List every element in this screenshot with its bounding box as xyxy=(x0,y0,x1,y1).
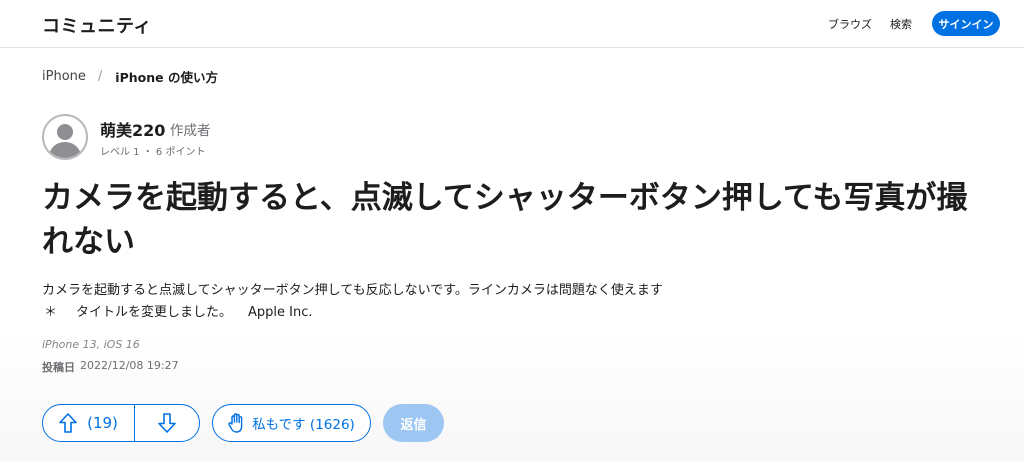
arrow-down-icon xyxy=(158,413,176,433)
breadcrumb: iPhone / iPhone の使い方 xyxy=(42,67,218,86)
breadcrumb-separator: / xyxy=(97,69,103,84)
device-info: iPhone 13, iOS 16 xyxy=(42,338,140,351)
me-too-button[interactable]: 私もです (1626) xyxy=(212,404,371,442)
browse-link[interactable]: ブラウズ xyxy=(828,16,872,32)
breadcrumb-iphone-link[interactable]: iPhone xyxy=(42,69,86,84)
arrow-up-icon xyxy=(59,413,77,433)
breadcrumb-current-link[interactable]: iPhone の使い方 xyxy=(115,67,218,86)
moderator-note: ＊ タイトルを変更しました。 Apple Inc. xyxy=(42,302,982,324)
upvote-count: (19) xyxy=(87,414,118,432)
community-logo[interactable]: コミュニティ xyxy=(42,12,152,38)
me-too-label: 私もです (1626) xyxy=(252,417,355,433)
avatar[interactable] xyxy=(42,114,88,160)
note-text: タイトルを変更しました。 xyxy=(76,305,233,320)
search-link[interactable]: 検索 xyxy=(890,16,912,32)
author-level-points: レベル 1 ・ 6 ポイント xyxy=(100,147,206,158)
user-silhouette-icon xyxy=(48,124,82,158)
sign-in-button[interactable]: サインイン xyxy=(932,11,1000,36)
vote-group: (19) xyxy=(42,404,200,442)
posted-date-value: 2022/12/08 19:27 xyxy=(80,359,179,372)
note-company: Apple Inc. xyxy=(248,305,313,320)
note-star: ＊ xyxy=(44,305,58,320)
author-name[interactable]: 萌美220 xyxy=(100,117,165,141)
page-title: カメラを起動すると、点滅してシャッターボタン押しても写真が撮れない xyxy=(42,180,968,260)
author-role-label: 作成者 xyxy=(170,123,211,139)
downvote-button[interactable] xyxy=(135,405,199,441)
post-body: カメラを起動すると点滅してシャッターボタン押しても反応しないです。ラインカメラは… xyxy=(42,280,982,324)
raised-hand-icon xyxy=(228,413,243,433)
post-body-text: カメラを起動すると点滅してシャッターボタン押しても反応しないです。ラインカメラは… xyxy=(42,283,663,298)
reply-button[interactable]: 返信 xyxy=(383,404,444,442)
posted-date-label: 投稿日 xyxy=(42,361,75,374)
posted-date: 投稿日 2022/12/08 19:27 xyxy=(42,359,179,375)
upvote-button[interactable]: (19) xyxy=(43,405,135,441)
top-navigation-bar: コミュニティ ブラウズ 検索 サインイン xyxy=(0,0,1024,48)
